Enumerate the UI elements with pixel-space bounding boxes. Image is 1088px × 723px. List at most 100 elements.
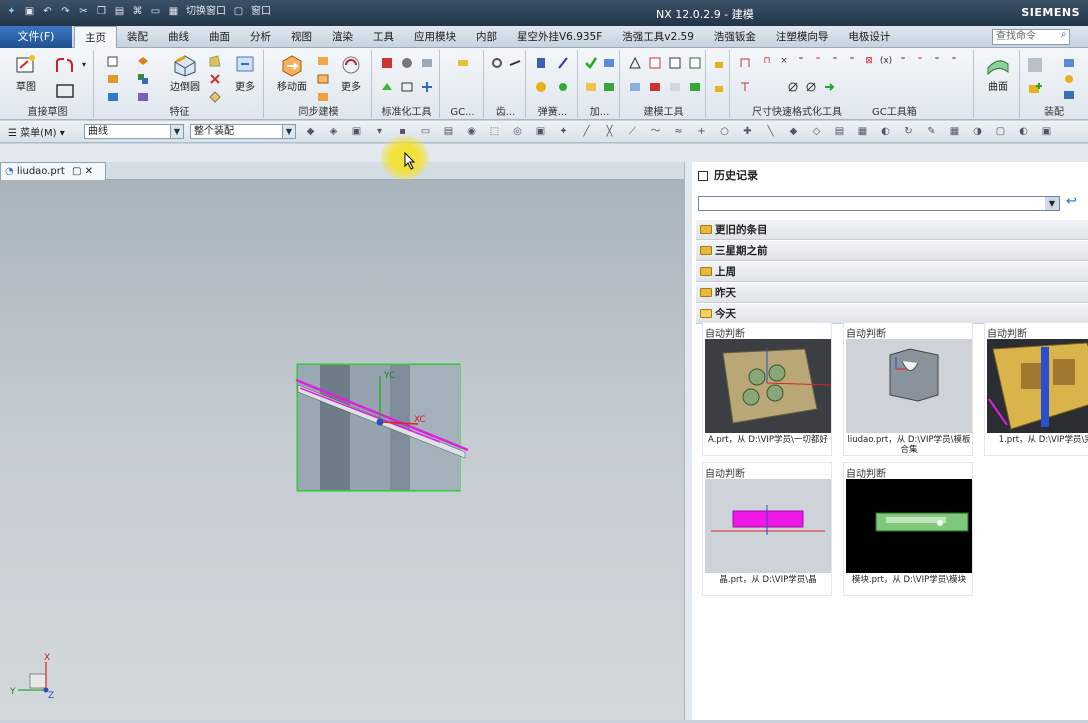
ribbon-tab[interactable]: 工具: [363, 26, 404, 48]
dimension-format-icon[interactable]: (x): [879, 56, 893, 70]
graphics-viewport[interactable]: YC XC X Y Z: [0, 180, 684, 720]
history-item-card[interactable]: 自动判断 1.prt，从 D:\VIP学员\完成: [984, 322, 1088, 456]
pattern-icon[interactable]: [136, 90, 150, 104]
window-icon[interactable]: ▢: [231, 4, 246, 19]
touch-mode-icon[interactable]: ▭: [148, 4, 163, 19]
sync-more-button[interactable]: 更多: [334, 52, 368, 93]
history-item-card[interactable]: 自动判断 A.prt，从 D:\VIP学员\一切都好: [702, 322, 832, 456]
part-thumbnail[interactable]: [705, 339, 831, 433]
trim-body-icon[interactable]: [208, 90, 222, 104]
snap-filter-icon[interactable]: ◆: [787, 125, 800, 138]
tool-b-icon[interactable]: [400, 80, 414, 94]
history-filter-select[interactable]: ▼: [698, 196, 1060, 211]
command-search-input[interactable]: 查找命令: [992, 29, 1070, 45]
add3-icon[interactable]: [602, 80, 616, 94]
history-item-card[interactable]: 自动判断 模块.prt，从 D:\VIP学员\模块: [843, 462, 973, 596]
switch-window-icon[interactable]: ▦: [166, 4, 181, 19]
pin-icon[interactable]: ▢: [72, 166, 81, 177]
snap-filter-icon[interactable]: ╲: [764, 125, 777, 138]
model-view[interactable]: YC XC X Y Z: [0, 180, 684, 720]
snap-filter-icon[interactable]: ✎: [925, 125, 938, 138]
asm3-icon[interactable]: [1062, 72, 1076, 86]
part-thumbnail[interactable]: [846, 339, 972, 433]
diameter2-icon[interactable]: [804, 80, 818, 94]
repeat-command-icon[interactable]: ⌘: [130, 4, 145, 19]
snap-filter-icon[interactable]: ◑: [971, 125, 984, 138]
snap-filter-icon[interactable]: ▤: [442, 125, 455, 138]
back-arrow-icon[interactable]: ↩: [1066, 194, 1077, 209]
mt2-icon[interactable]: [648, 56, 662, 70]
type-filter-select[interactable]: 曲线 ▼: [84, 124, 184, 139]
extrude-icon[interactable]: [106, 54, 120, 68]
unite-icon[interactable]: [106, 72, 120, 86]
snap-filter-icon[interactable]: ◐: [1017, 125, 1030, 138]
spring-icon[interactable]: [534, 56, 548, 70]
switch-window-button[interactable]: 切换窗口: [184, 4, 228, 19]
dimension-format-icon[interactable]: ⁼: [811, 56, 825, 70]
block-icon[interactable]: [106, 90, 120, 104]
draft-icon[interactable]: [208, 72, 222, 86]
tool-a-icon[interactable]: [380, 80, 394, 94]
snap-filter-icon[interactable]: ▭: [419, 125, 432, 138]
ribbon-tab[interactable]: 装配: [117, 26, 158, 48]
copy-icon[interactable]: ❐: [94, 4, 109, 19]
replace-face-icon[interactable]: [316, 90, 330, 104]
move-face-button[interactable]: 移动面: [270, 52, 314, 93]
part-thumbnail[interactable]: [705, 479, 831, 573]
diameter-icon[interactable]: [786, 80, 800, 94]
search-icon[interactable]: ⌕: [1061, 29, 1067, 40]
hole-icon[interactable]: [136, 54, 150, 68]
sketch-button[interactable]: 草图: [6, 52, 46, 93]
panel-splitter[interactable]: [684, 162, 692, 720]
dimension-format-icon[interactable]: ⊠: [862, 56, 876, 70]
history-group-row[interactable]: 昨天: [696, 283, 1088, 303]
lock-icon[interactable]: [712, 56, 726, 70]
ribbon-tab[interactable]: 注塑模向导: [766, 26, 839, 48]
ribbon-tab[interactable]: 曲面: [199, 26, 240, 48]
dimension-format-icon[interactable]: ⁼: [845, 56, 859, 70]
snap-filter-icon[interactable]: ✦: [557, 125, 570, 138]
history-item-card[interactable]: 自动判断 liudao.prt，从 D:\VIP学员\模板合集: [843, 322, 973, 456]
ribbon-tab[interactable]: 星空外挂V6.935F: [507, 26, 612, 48]
tool-c-icon[interactable]: [420, 80, 434, 94]
gear2-icon[interactable]: [508, 56, 522, 70]
add-tool-icon[interactable]: [602, 56, 616, 70]
wcs-origin[interactable]: [376, 418, 384, 426]
snap-filter-icon[interactable]: +: [695, 125, 708, 138]
ribbon-tab[interactable]: 主页: [74, 26, 117, 49]
snap-filter-icon[interactable]: ◎: [511, 125, 524, 138]
check-icon[interactable]: [584, 56, 598, 70]
selection-scope-select[interactable]: 整个装配 ▼: [190, 124, 296, 139]
lock2-icon[interactable]: [712, 80, 726, 94]
profile-icon[interactable]: [54, 56, 76, 76]
dim-b-icon[interactable]: [738, 80, 752, 94]
surface-button[interactable]: 曲面: [978, 52, 1018, 93]
ribbon-tab[interactable]: 浩强工具v2.59: [612, 26, 704, 48]
snap-filter-icon[interactable]: ◇: [810, 125, 823, 138]
snap-filter-icon[interactable]: ▣: [1040, 125, 1053, 138]
snap-filter-icon[interactable]: ≈: [672, 125, 685, 138]
part-thumbnail[interactable]: [846, 479, 972, 573]
library-icon[interactable]: [420, 56, 434, 70]
asm2-icon[interactable]: [1062, 56, 1076, 70]
history-group-row[interactable]: 三星期之前: [696, 241, 1088, 261]
mt5-icon[interactable]: [628, 80, 642, 94]
save-icon[interactable]: ▣: [22, 4, 37, 19]
snap-filter-icon[interactable]: ▦: [948, 125, 961, 138]
mt3-icon[interactable]: [668, 56, 682, 70]
spring4-icon[interactable]: [556, 80, 570, 94]
dimension-format-icon[interactable]: ×: [777, 56, 791, 70]
dimension-format-icon[interactable]: ⁼: [930, 56, 944, 70]
add-component-icon[interactable]: [1026, 80, 1044, 98]
cut-icon[interactable]: ✂: [76, 4, 91, 19]
snap-filter-icon[interactable]: ⬚: [488, 125, 501, 138]
snap-filter-icon[interactable]: ▾: [373, 125, 386, 138]
fastener-icon[interactable]: [400, 56, 414, 70]
mt6-icon[interactable]: [648, 80, 662, 94]
gc-tool-icon[interactable]: [456, 56, 470, 70]
ribbon-tab[interactable]: 曲线: [158, 26, 199, 48]
mt7-icon[interactable]: [668, 80, 682, 94]
snap-filter-icon[interactable]: ▣: [350, 125, 363, 138]
close-icon[interactable]: ✕: [85, 166, 93, 177]
ribbon-tab[interactable]: 应用模块: [404, 26, 466, 48]
